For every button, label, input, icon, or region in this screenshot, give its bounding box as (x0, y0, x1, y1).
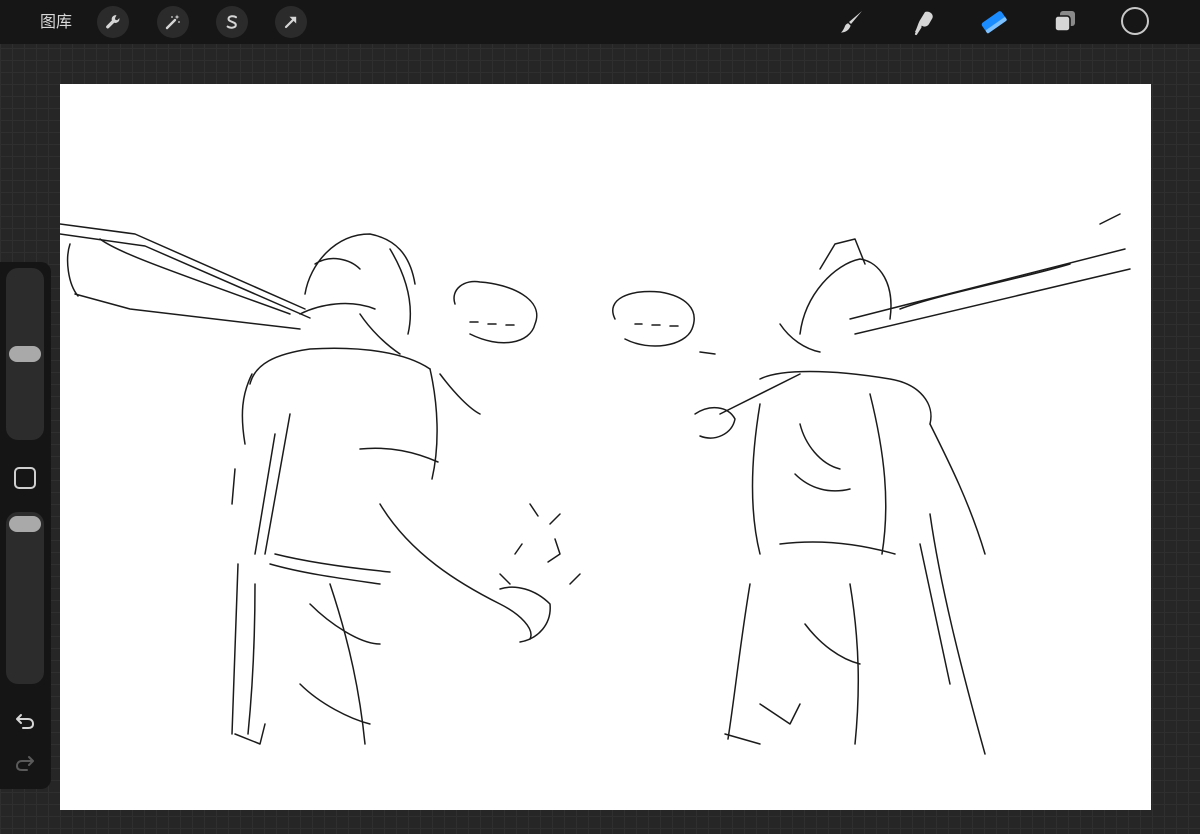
redo-icon (15, 756, 34, 771)
opacity-slider[interactable] (6, 512, 44, 684)
smudge-tool-button[interactable] (907, 6, 939, 38)
smudge-icon (914, 11, 933, 36)
redo-button[interactable] (12, 752, 38, 774)
top-toolbar: 图库 (0, 0, 1200, 44)
wrench-icon (106, 15, 120, 29)
color-picker-button[interactable] (1121, 7, 1149, 35)
brush-icon (841, 11, 862, 33)
left-sidebar (0, 262, 51, 789)
selection-s-icon (226, 15, 237, 29)
layers-button[interactable] (1049, 6, 1081, 38)
magic-wand-icon (165, 14, 180, 30)
drawing-canvas[interactable] (60, 84, 1151, 810)
adjustments-button[interactable] (157, 6, 189, 38)
actions-button[interactable] (97, 6, 129, 38)
undo-button[interactable] (12, 710, 38, 732)
gallery-button[interactable]: 图库 (40, 10, 72, 34)
brush-size-slider[interactable] (6, 268, 44, 440)
eraser-icon (981, 11, 1007, 34)
brush-size-thumb[interactable] (9, 346, 41, 362)
undo-icon (16, 714, 35, 729)
layers-icon (1054, 11, 1075, 32)
eraser-tool-button[interactable] (978, 6, 1010, 38)
sketch-artwork (60, 213, 1131, 755)
selection-button[interactable] (216, 6, 248, 38)
brush-tool-button[interactable] (836, 6, 868, 38)
modify-button[interactable] (14, 467, 36, 489)
arrow-cursor-icon (284, 16, 297, 29)
opacity-thumb[interactable] (9, 516, 41, 532)
transform-button[interactable] (275, 6, 307, 38)
